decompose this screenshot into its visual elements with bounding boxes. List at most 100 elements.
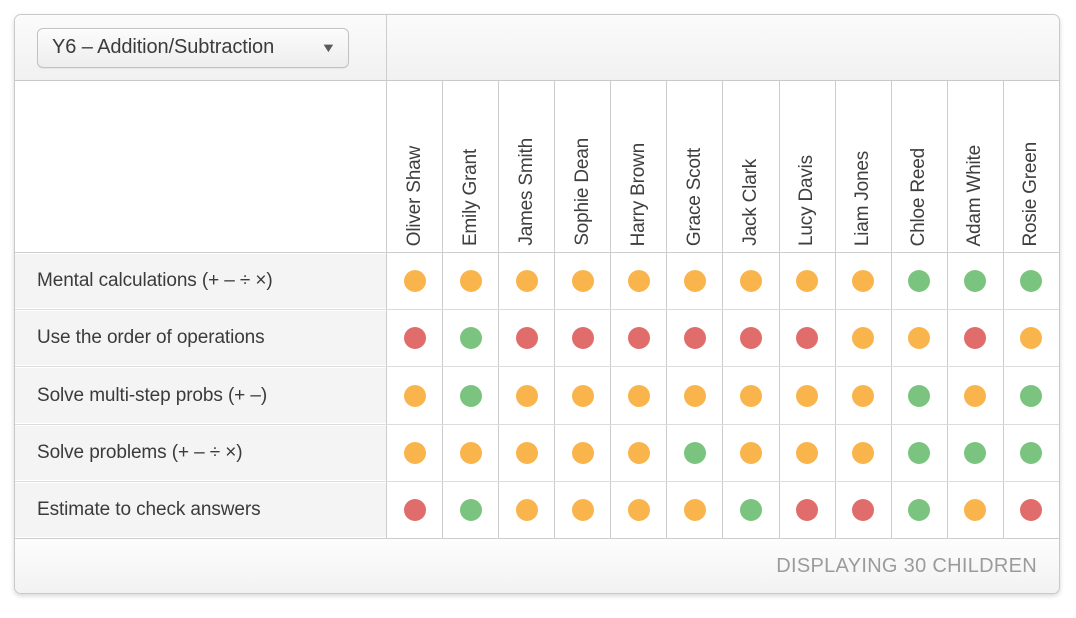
- status-cell[interactable]: [891, 367, 948, 424]
- status-cell[interactable]: [443, 424, 500, 481]
- child-name-cell[interactable]: Grace Scott: [667, 81, 724, 252]
- status-cell[interactable]: [1003, 424, 1059, 481]
- status-cell[interactable]: [555, 253, 612, 310]
- objective-rows: Mental calculations (+ – ÷ ×) Use the ord…: [15, 253, 1059, 539]
- status-cell[interactable]: [387, 367, 444, 424]
- status-cell[interactable]: [779, 481, 836, 539]
- status-cell[interactable]: [947, 424, 1004, 481]
- objective-label: Solve multi-step probs (+ –): [37, 384, 268, 406]
- status-cell[interactable]: [611, 310, 668, 367]
- child-name-label: Grace Scott: [683, 147, 705, 246]
- status-cell[interactable]: [779, 424, 836, 481]
- child-name-cell[interactable]: Liam Jones: [835, 81, 892, 252]
- status-cell[interactable]: [947, 310, 1004, 367]
- status-cell[interactable]: [667, 253, 724, 310]
- status-cell[interactable]: [443, 253, 500, 310]
- status-cell[interactable]: [1003, 310, 1059, 367]
- status-dot-amber: [740, 441, 762, 464]
- status-dot-amber: [627, 384, 650, 407]
- status-cell[interactable]: [723, 424, 780, 481]
- child-name-cell[interactable]: Lucy Davis: [779, 81, 836, 252]
- status-dot-red: [627, 327, 650, 350]
- status-cell[interactable]: [835, 253, 892, 310]
- status-cell[interactable]: [611, 481, 668, 539]
- status-cell[interactable]: [443, 310, 500, 367]
- status-cell[interactable]: [499, 424, 556, 481]
- status-dot-green: [908, 441, 931, 464]
- status-cell[interactable]: [835, 367, 892, 424]
- child-name-cell[interactable]: Rosie Green: [1003, 81, 1059, 252]
- status-cell[interactable]: [443, 481, 500, 539]
- child-name-cell[interactable]: James Smith: [499, 81, 556, 252]
- status-dot-amber: [571, 498, 594, 521]
- status-cell[interactable]: [443, 367, 500, 424]
- status-dot-amber: [403, 384, 426, 407]
- child-name-cell[interactable]: Jack Clark: [723, 81, 780, 252]
- child-name-cell[interactable]: Sophie Dean: [555, 81, 612, 252]
- status-cell[interactable]: [779, 253, 836, 310]
- status-cell[interactable]: [835, 424, 892, 481]
- status-cell[interactable]: [891, 424, 948, 481]
- status-cell[interactable]: [611, 253, 668, 310]
- child-name-cells: Oliver Shaw Emily Grant James Smith Sophie …: [387, 81, 1059, 252]
- status-cell[interactable]: [1003, 481, 1059, 539]
- status-cell[interactable]: [891, 481, 948, 539]
- objective-label-cell[interactable]: Estimate to check answers: [15, 481, 387, 539]
- status-cell[interactable]: [387, 481, 444, 539]
- status-dot-amber: [571, 441, 594, 464]
- status-cell[interactable]: [555, 424, 612, 481]
- status-cell[interactable]: [387, 424, 444, 481]
- objective-label-cell[interactable]: Use the order of operations: [15, 310, 387, 367]
- status-dot-red: [740, 327, 762, 350]
- status-cell[interactable]: [611, 424, 668, 481]
- status-cell[interactable]: [1003, 253, 1059, 310]
- status-dot-green: [964, 270, 987, 293]
- status-cell[interactable]: [779, 367, 836, 424]
- status-cell[interactable]: [555, 481, 612, 539]
- status-cell[interactable]: [1003, 367, 1059, 424]
- status-dot-red: [852, 498, 875, 521]
- status-cell[interactable]: [723, 481, 780, 539]
- status-cell[interactable]: [723, 253, 780, 310]
- status-cell[interactable]: [723, 310, 780, 367]
- child-name-label: Liam Jones: [852, 150, 874, 246]
- child-name-label: Rosie Green: [1020, 141, 1042, 246]
- status-cell[interactable]: [555, 367, 612, 424]
- status-cell[interactable]: [499, 367, 556, 424]
- status-cell[interactable]: [947, 253, 1004, 310]
- status-cell[interactable]: [667, 310, 724, 367]
- objective-label-cell[interactable]: Mental calculations (+ – ÷ ×): [15, 253, 387, 310]
- child-name-cell[interactable]: Adam White: [947, 81, 1004, 252]
- child-name-cell[interactable]: Oliver Shaw: [387, 81, 444, 252]
- status-cell[interactable]: [499, 253, 556, 310]
- status-cell[interactable]: [723, 367, 780, 424]
- subject-select-value: Y6 – Addition/Subtraction: [52, 36, 275, 58]
- status-cell[interactable]: [499, 481, 556, 539]
- subject-select[interactable]: Y6 – Addition/Subtraction ▼: [37, 27, 349, 68]
- status-dot-amber: [740, 384, 762, 407]
- status-cell[interactable]: [667, 367, 724, 424]
- status-cell[interactable]: [555, 310, 612, 367]
- status-dot-amber: [964, 498, 987, 521]
- objective-label-cell[interactable]: Solve problems (+ – ÷ ×): [15, 424, 387, 481]
- status-cell[interactable]: [499, 310, 556, 367]
- status-cell[interactable]: [667, 424, 724, 481]
- status-cell[interactable]: [835, 481, 892, 539]
- child-name-cell[interactable]: Harry Brown: [611, 81, 668, 252]
- status-cell[interactable]: [387, 310, 444, 367]
- status-dot-green: [459, 327, 482, 350]
- child-name-cell[interactable]: Emily Grant: [443, 81, 500, 252]
- status-cell[interactable]: [667, 481, 724, 539]
- status-cell[interactable]: [779, 310, 836, 367]
- status-cell[interactable]: [387, 253, 444, 310]
- status-cell[interactable]: [611, 367, 668, 424]
- status-cell[interactable]: [835, 310, 892, 367]
- status-cell[interactable]: [947, 481, 1004, 539]
- table-row: Use the order of operations: [15, 310, 1059, 368]
- child-name-label: Oliver Shaw: [403, 145, 425, 246]
- child-name-cell[interactable]: Chloe Reed: [891, 81, 948, 252]
- status-cell[interactable]: [891, 253, 948, 310]
- status-cell[interactable]: [947, 367, 1004, 424]
- objective-label-cell[interactable]: Solve multi-step probs (+ –): [15, 367, 387, 424]
- status-cell[interactable]: [891, 310, 948, 367]
